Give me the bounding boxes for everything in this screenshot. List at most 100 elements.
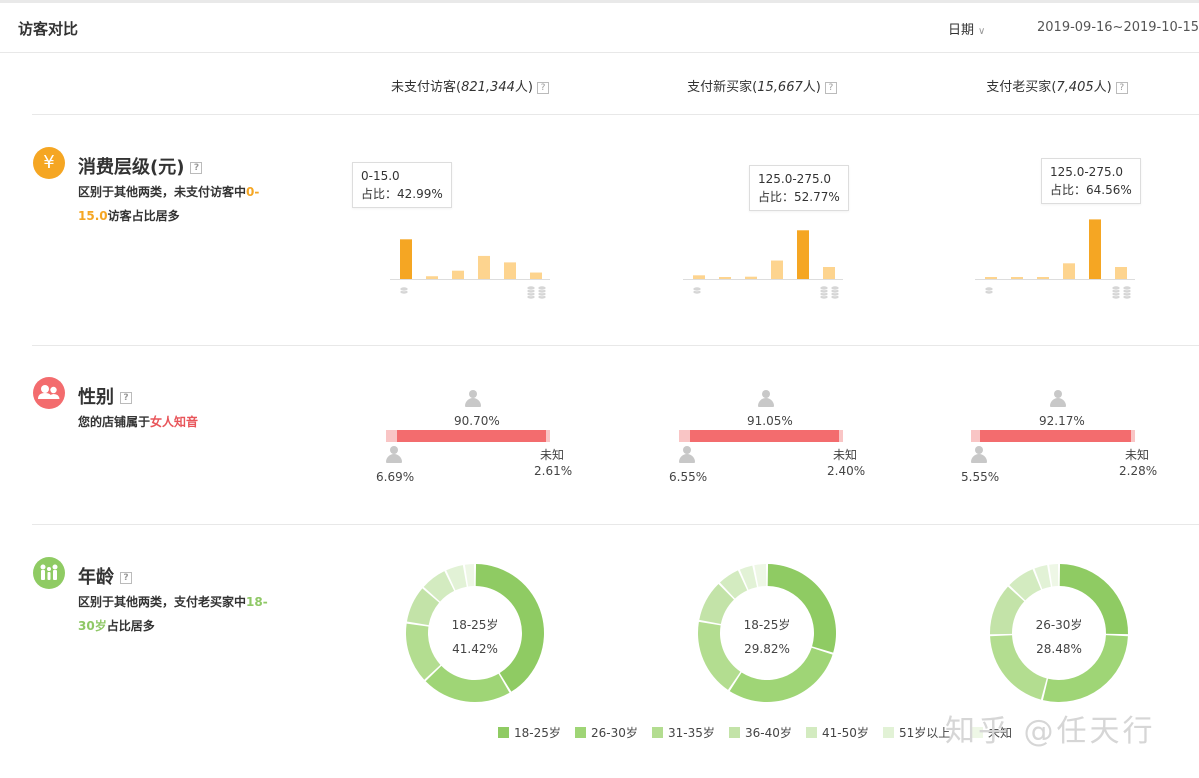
date-dropdown[interactable]: 日期 ∨: [948, 19, 985, 38]
bar[interactable]: [400, 239, 412, 279]
bar[interactable]: [693, 275, 705, 279]
legend-item[interactable]: 41-50岁: [806, 724, 869, 741]
age-description: 区别于其他两类，支付老买家中18-30岁占比居多: [78, 595, 268, 633]
gender-block-new-buyers: 91.05% 6.55% 未知 2.40%: [669, 388, 939, 498]
gender-bar: [971, 430, 1135, 442]
bar[interactable]: [985, 277, 997, 279]
donut-center-value: 29.82%: [744, 642, 790, 656]
spending-tooltip: 125.0-275.0 占比：52.77%: [749, 165, 849, 211]
male-percent: 6.69%: [376, 470, 415, 484]
divider: [32, 524, 1199, 525]
coin-low-icon: [692, 286, 702, 295]
spending-chart-unpaid: [390, 200, 560, 305]
donut-slice[interactable]: [767, 564, 836, 653]
bar[interactable]: [719, 277, 731, 279]
bar[interactable]: [530, 272, 542, 279]
family-icon: [33, 557, 65, 589]
help-icon[interactable]: ?: [120, 392, 132, 404]
donut-slice[interactable]: [698, 621, 741, 690]
coin-high-icon: [1122, 285, 1132, 300]
help-icon[interactable]: ?: [190, 162, 203, 174]
donut-center-value: 28.48%: [1036, 642, 1082, 656]
gender-bar: [679, 430, 843, 442]
divider: [32, 345, 1199, 346]
spending-description: 区别于其他两类，未支付访客中0-15.0访客占比居多: [78, 185, 260, 223]
age-donut-old-buyers: 26-30岁 28.48%: [984, 558, 1134, 712]
bar[interactable]: [1037, 277, 1049, 279]
bar[interactable]: [823, 267, 835, 279]
bar[interactable]: [1115, 267, 1127, 279]
bar[interactable]: [504, 262, 516, 279]
legend-item[interactable]: 31-35岁: [652, 724, 715, 741]
female-icon: [465, 390, 481, 408]
coin-high-icon: [537, 285, 547, 300]
donut-slice[interactable]: [406, 623, 441, 680]
bar[interactable]: [1089, 219, 1101, 279]
help-icon[interactable]: ?: [824, 81, 837, 94]
date-range: 2019-09-16~2019-10-15: [1037, 20, 1199, 35]
unknown-percent: 2.40%: [827, 464, 866, 478]
legend-item[interactable]: 18-25岁: [498, 724, 561, 741]
coin-high-icon: [819, 285, 829, 300]
female-icon: [758, 390, 774, 408]
bar[interactable]: [771, 260, 783, 279]
male-percent: 6.55%: [669, 470, 708, 484]
column-header-new-buyers: 支付新买家(15,667人)?: [632, 76, 892, 95]
page-header: 访客对比 日期 ∨ 2019-09-16~2019-10-15: [0, 3, 1199, 53]
users-icon: [33, 377, 65, 409]
gender-block-old-buyers: 92.17% 5.55% 未知 2.28%: [961, 388, 1199, 498]
gender-bar: [386, 430, 550, 442]
bar[interactable]: [452, 270, 464, 279]
donut-slice[interactable]: [464, 564, 475, 587]
legend-swatch: [883, 727, 894, 738]
spending-title: 消费层级(元)?: [78, 153, 203, 179]
unknown-percent: 2.28%: [1119, 464, 1158, 478]
spending-chart-new-buyers: [683, 200, 853, 305]
spending-chart-old-buyers: [975, 200, 1145, 305]
age-title: 年龄?: [78, 563, 132, 589]
bar[interactable]: [1063, 263, 1075, 279]
bar[interactable]: [745, 276, 757, 279]
donut-center-label: 18-25岁: [744, 617, 791, 632]
legend-swatch: [729, 727, 740, 738]
bar[interactable]: [797, 230, 809, 279]
female-bar-fill: [396, 430, 546, 442]
donut-center-label: 18-25岁: [452, 617, 499, 632]
legend-item[interactable]: 26-30岁: [575, 724, 638, 741]
female-bar-fill: [980, 430, 1132, 442]
male-percent: 5.55%: [961, 470, 1000, 484]
donut-slice[interactable]: [425, 665, 510, 702]
male-icon: [971, 446, 987, 464]
bar[interactable]: [478, 255, 490, 279]
legend-swatch: [806, 727, 817, 738]
gender-description: 您的店铺属于女人知音: [78, 415, 199, 429]
legend-item[interactable]: 51岁以上: [883, 724, 950, 741]
gender-block-unpaid: 90.70% 6.69% 未知 2.61%: [376, 388, 646, 498]
help-icon[interactable]: ?: [1115, 81, 1128, 94]
legend-swatch: [575, 727, 586, 738]
coin-low-icon: [399, 286, 409, 295]
date-label: 日期: [948, 23, 975, 38]
age-donut-new-buyers: 18-25岁 29.82%: [692, 558, 842, 712]
help-icon[interactable]: ?: [536, 81, 549, 94]
column-header-old-buyers: 支付老买家(7,405人)?: [927, 76, 1187, 95]
bar[interactable]: [426, 276, 438, 279]
donut-center-label: 26-30岁: [1036, 617, 1083, 632]
unknown-label: 未知: [1125, 448, 1150, 462]
male-icon: [386, 446, 402, 464]
legend-item[interactable]: 36-40岁: [729, 724, 792, 741]
spending-tooltip: 0-15.0 占比：42.99%: [352, 162, 452, 208]
donut-center-value: 41.42%: [452, 642, 498, 656]
chevron-down-icon: ∨: [978, 26, 986, 37]
page-title: 访客对比: [18, 20, 79, 38]
divider: [32, 114, 1199, 115]
female-percent: 91.05%: [747, 414, 793, 428]
female-bar-fill: [689, 430, 840, 442]
help-icon[interactable]: ?: [120, 572, 132, 584]
donut-slice[interactable]: [1049, 564, 1059, 587]
unknown-label: 未知: [540, 448, 565, 462]
female-percent: 90.70%: [454, 414, 500, 428]
legend-swatch: [652, 727, 663, 738]
bar[interactable]: [1011, 277, 1023, 279]
age-donut-unpaid: 18-25岁 41.42%: [400, 558, 550, 712]
